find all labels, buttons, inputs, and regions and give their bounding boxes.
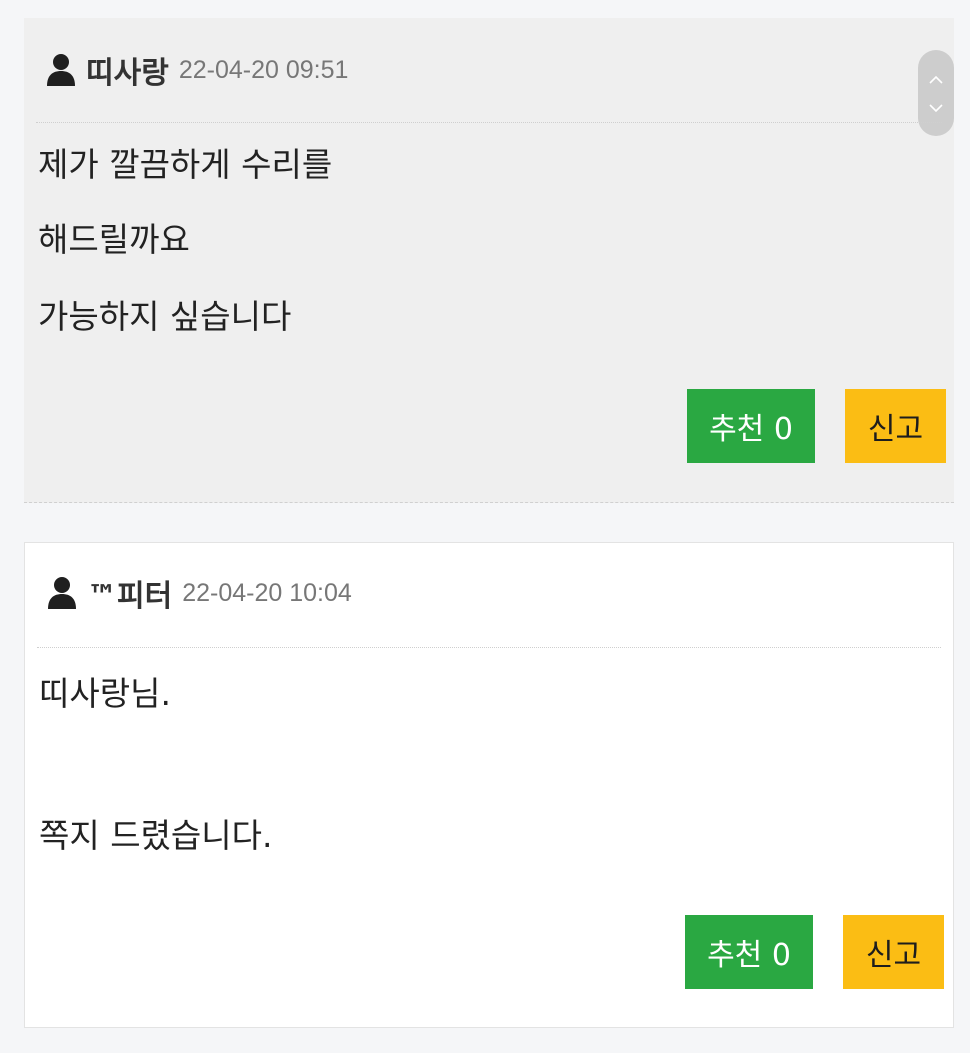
comment-date: 22-04-20 09:51: [178, 55, 349, 84]
comment-line: 쪽지 드렸습니다.: [39, 816, 273, 855]
scroll-control[interactable]: [918, 50, 954, 136]
report-button[interactable]: 신고: [843, 915, 944, 989]
report-button[interactable]: 신고: [845, 389, 946, 463]
comment-line: 띠사랑님.: [39, 674, 171, 713]
comment-line: 가능하지 싶습니다: [38, 297, 292, 336]
comment-item: 띠사랑 22-04-20 09:51 제가 깔끔하게 수리를 해드릴까요 가능하…: [24, 18, 954, 503]
comment-author[interactable]: ™피터: [87, 571, 172, 615]
chevron-down-icon[interactable]: [929, 98, 943, 117]
like-button[interactable]: 추천 0: [687, 389, 815, 463]
comment-author[interactable]: 띠사랑: [86, 48, 169, 92]
like-button[interactable]: 추천 0: [685, 915, 813, 989]
divider: [36, 122, 942, 123]
comment-item: ™피터 22-04-20 10:04 띠사랑님. 쪽지 드렸습니다. 추천 0 …: [24, 542, 954, 1028]
user-icon: [47, 576, 77, 610]
comment-header: ™피터 22-04-20 10:04: [47, 575, 352, 614]
comment-line: 제가 깔끔하게 수리를: [38, 145, 333, 184]
comment-header: 띠사랑 22-04-20 09:51: [46, 52, 349, 91]
divider: [37, 647, 941, 648]
comment-line: 해드릴까요: [38, 220, 190, 259]
comment-date: 22-04-20 10:04: [182, 578, 352, 607]
chevron-up-icon[interactable]: [929, 69, 943, 88]
user-icon: [46, 53, 76, 87]
